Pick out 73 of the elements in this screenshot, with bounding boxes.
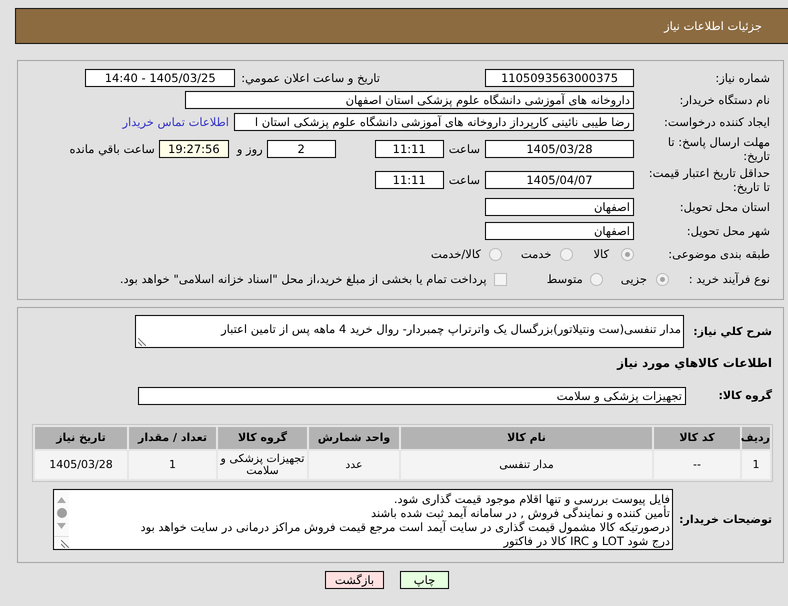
section-title: اطلاعات کالاهاي مورد نیاز [617, 356, 772, 370]
column-header: واحد شمارش [309, 427, 399, 449]
page-title: جزئیات اطلاعات نیاز [664, 19, 762, 33]
field-label: شماره نیاز: [714, 71, 771, 85]
field-label: طبقه بندی موضوعی: [667, 247, 771, 261]
field-label: تاریخ و ساعت اعلان عمومي: [241, 71, 380, 85]
option-label: متوسط [546, 272, 583, 286]
radio-button[interactable] [488, 248, 502, 260]
table-cell: تجهیزات پزشکی و سلامت [218, 451, 307, 479]
column-header: ردیف [742, 427, 770, 449]
checkbox[interactable] [494, 272, 507, 286]
scroll-thumb[interactable] [56, 508, 66, 518]
announcement-date-field[interactable]: 1405/03/25 - 14:40 [85, 69, 236, 87]
field-label: توضیحات خریدار: [678, 512, 773, 526]
deadline-time-field[interactable]: 11:11 [374, 140, 444, 158]
remaining-days-field[interactable]: 2 [266, 140, 336, 158]
column-header: گروه کالا [218, 427, 307, 449]
validity-date-field[interactable]: 1405/04/07 [485, 171, 634, 189]
scroll-down-arrow-icon[interactable] [57, 523, 66, 529]
field-label: ساعت باقي مانده [70, 142, 155, 156]
field-label: روز و [236, 142, 263, 156]
radio-button[interactable] [621, 248, 634, 260]
table-cell: 1 [742, 451, 770, 479]
table-cell: -- [654, 451, 740, 479]
delivery-city-field[interactable]: اصفهان [485, 222, 634, 240]
deadline-date-field[interactable]: 1405/03/28 [485, 140, 634, 158]
scrollbar[interactable] [54, 490, 69, 549]
option-label: خدمت [520, 247, 552, 261]
column-header: کد کالا [654, 427, 740, 449]
note-line: درج شود LOT و IRC کالا در فاکتور [502, 534, 670, 548]
note-line: تأمین کننده و نمایندگی فروش , در سامانه آیمد ثبت شده باشند [370, 506, 670, 520]
field-label: نوع فرآیند خرید : [688, 272, 771, 286]
checkbox-label: پرداخت تمام یا بخشی از مبلغ خرید،از محل "اسناد خزانه اسلامی" خواهد بود. [120, 272, 487, 286]
radio-button[interactable] [656, 272, 669, 286]
column-header: تاریخ نیاز [35, 427, 127, 449]
validity-time-field[interactable]: 11:11 [374, 171, 444, 189]
field-label: مهلت ارسال پاسخ: تا تاریخ: [666, 135, 771, 163]
option-label: جزیی [620, 272, 647, 286]
field-label: شرح کلي نیاز: [692, 324, 773, 338]
column-header: تعداد / مقدار [129, 427, 216, 449]
field-label: ساعت [448, 142, 480, 156]
need-number-field[interactable]: 1105093563000375 [485, 69, 634, 87]
table-cell: مدار تنفسی [401, 451, 652, 479]
delivery-province-field[interactable]: اصفهان [485, 198, 634, 216]
note-line: درصورتیکه کالا مشمول قیمت گذاری در سایت آیمد است مرجع قیمت فروش مراکز درمانی در سایت خواهد بود [140, 520, 670, 534]
field-label: شهر محل تحویل: [686, 224, 771, 238]
radio-button[interactable] [560, 248, 574, 260]
buyer-organization-field[interactable]: داروخانه های آموزشی دانشگاه علوم پزشکی استان اصفهان [185, 90, 634, 108]
scroll-up-arrow-icon[interactable] [57, 497, 66, 503]
goods-group-field[interactable]: تجهیزات پزشکی و سلامت [138, 387, 686, 405]
requester-field[interactable]: رضا طیبی نائینی کارپرداز داروخانه های آموزشی دانشگاه علوم پزشکی استان ا [234, 113, 634, 131]
resize-grip-icon[interactable] [138, 338, 146, 346]
description-field[interactable]: مدار تنفسی(ست ونتیلاتور)بزرگسال یک واترتراپ چمبردار- روال خرید 4 ماهه پس از تامین اعتبار [135, 315, 684, 348]
field-label: ساعت [448, 173, 480, 187]
back-button[interactable]: بازگشت [325, 571, 384, 589]
field-label: ایجاد کننده درخواست: [663, 115, 771, 129]
table-cell: عدد [309, 451, 399, 479]
buyer-notes-field[interactable] [53, 489, 673, 550]
field-label: گروه کالا: [717, 389, 773, 403]
table-cell: 1 [129, 451, 216, 479]
radio-button[interactable] [590, 272, 603, 286]
option-label: کالا [593, 247, 609, 261]
buyer-contact-link[interactable]: اطلاعات تماس خریدار [122, 115, 229, 129]
note-line: فایل پیوست بررسی و تنها اقلام موجود قیمت گذاری شود. [392, 492, 670, 506]
field-label: نام دستگاه خریدار: [678, 92, 771, 106]
field-label: حداقل تاریخ اعتبار قیمت: تا تاریخ: [648, 166, 771, 194]
field-label: استان محل تحویل: [678, 200, 771, 214]
option-label: کالا/خدمت [430, 247, 481, 261]
resize-grip-icon[interactable] [61, 540, 69, 548]
print-button[interactable]: چاپ [400, 571, 449, 589]
remaining-time-field[interactable]: 19:27:56 [158, 140, 229, 158]
column-header: نام کالا [401, 427, 652, 449]
table-cell: 1405/03/28 [35, 451, 127, 479]
